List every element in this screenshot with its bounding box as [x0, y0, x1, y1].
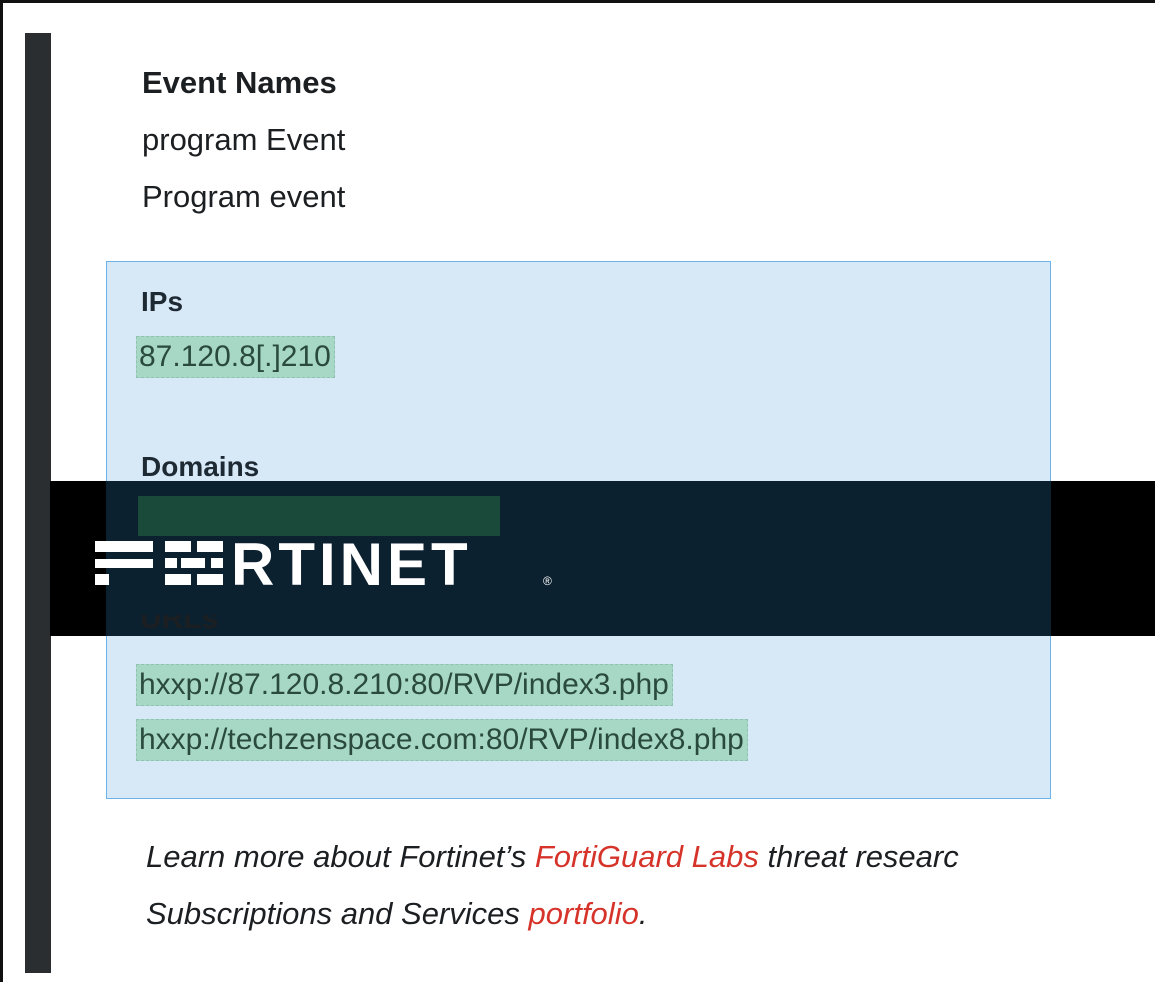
logo-wordmark: RTINET [231, 533, 472, 593]
footer-line-2: Subscriptions and Services portfolio. [146, 898, 647, 929]
ip-indicator: 87.120.8[.]210 [136, 336, 335, 378]
domain-indicator-obscured [138, 496, 500, 536]
url-indicator: hxxp://87.120.8.210:80/RVP/index3.php [136, 664, 673, 706]
registered-mark: ® [543, 574, 552, 588]
footer-text: . [638, 896, 648, 931]
fortiguard-labs-link[interactable]: FortiGuard Labs [535, 839, 759, 874]
blockquote-rail [25, 33, 51, 973]
footer-line-1: Learn more about Fortinet’s FortiGuard L… [146, 841, 959, 872]
portfolio-link[interactable]: portfolio [529, 896, 639, 931]
ips-heading: IPs [141, 286, 184, 317]
event-names-heading: Event Names [142, 65, 337, 100]
event-name-item: program Event [142, 122, 346, 157]
event-name-item: Program event [142, 179, 346, 214]
domains-heading: Domains [141, 451, 260, 482]
urls-heading: URLs [140, 615, 219, 635]
footer-text: threat researc [758, 839, 959, 874]
footer-text: Learn more about Fortinet’s [146, 839, 535, 874]
url-indicator: hxxp://techzenspace.com:80/RVP/index8.ph… [136, 719, 748, 761]
fortinet-logo: RTINET ® [95, 533, 552, 593]
page-frame: Event Names program Event Program event … [0, 0, 1155, 982]
footer-text: Subscriptions and Services [146, 896, 529, 931]
